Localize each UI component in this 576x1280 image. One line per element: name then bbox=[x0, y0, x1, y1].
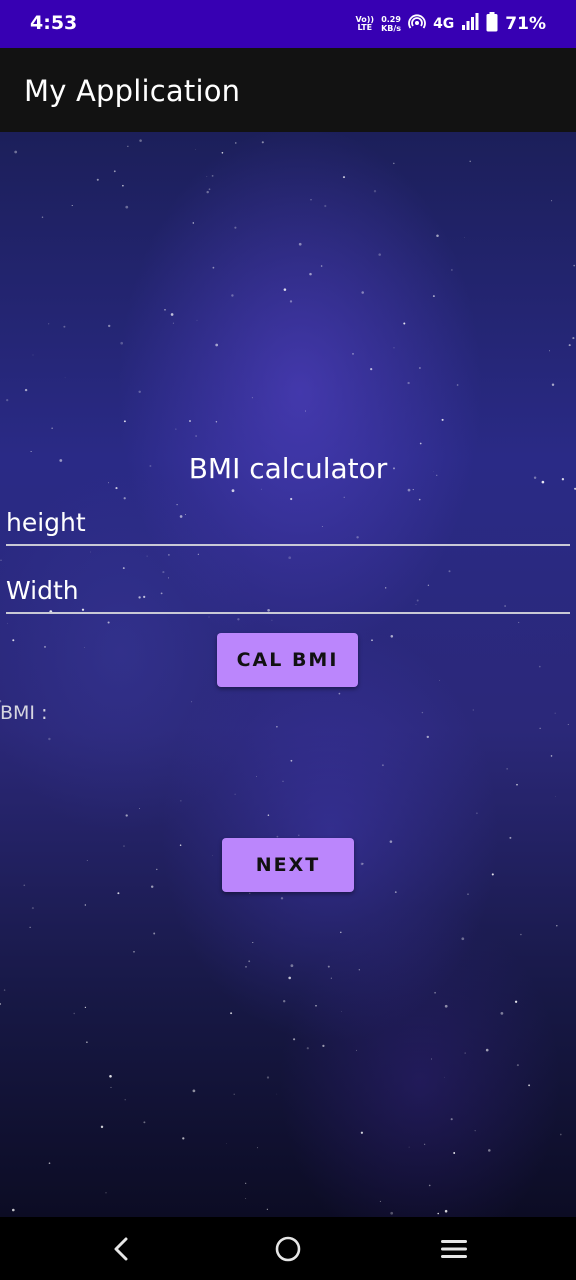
width-field[interactable] bbox=[6, 568, 570, 614]
height-input[interactable] bbox=[6, 500, 570, 544]
status-bar: 4:53 Vo)) LTE 0.29 KB/s 4G 71% bbox=[0, 0, 576, 48]
signal-icon bbox=[461, 12, 479, 36]
home-icon[interactable] bbox=[270, 1231, 306, 1267]
main-content: BMI calculator CAL BMI BMI : NEXT bbox=[0, 132, 576, 1217]
volte-icon: Vo)) LTE bbox=[356, 16, 375, 32]
page-heading: BMI calculator bbox=[188, 452, 388, 485]
status-icons: Vo)) LTE 0.29 KB/s 4G 71% bbox=[356, 11, 546, 37]
network-speed: 0.29 KB/s bbox=[381, 15, 401, 33]
hotspot-icon bbox=[408, 13, 426, 36]
back-icon[interactable] bbox=[104, 1231, 140, 1267]
recents-icon[interactable] bbox=[436, 1231, 472, 1267]
bmi-result-label: BMI : bbox=[0, 702, 48, 724]
battery-percent: 71% bbox=[505, 14, 546, 34]
status-time: 4:53 bbox=[30, 12, 78, 34]
app-bar: My Application bbox=[0, 48, 576, 132]
volte-bottom-label: LTE bbox=[357, 23, 373, 32]
screen: 4:53 Vo)) LTE 0.29 KB/s 4G 71% My Applic… bbox=[0, 0, 576, 1280]
height-field[interactable] bbox=[6, 500, 570, 546]
network-type: 4G bbox=[433, 16, 455, 32]
width-input[interactable] bbox=[6, 568, 570, 612]
speed-unit: KB/s bbox=[381, 24, 402, 33]
app-title: My Application bbox=[24, 74, 241, 108]
navigation-bar bbox=[0, 1217, 576, 1280]
next-button[interactable]: NEXT bbox=[222, 838, 354, 892]
speed-value: 0.29 bbox=[381, 15, 401, 24]
cal-bmi-button[interactable]: CAL BMI bbox=[217, 633, 358, 687]
battery-icon bbox=[486, 11, 498, 37]
